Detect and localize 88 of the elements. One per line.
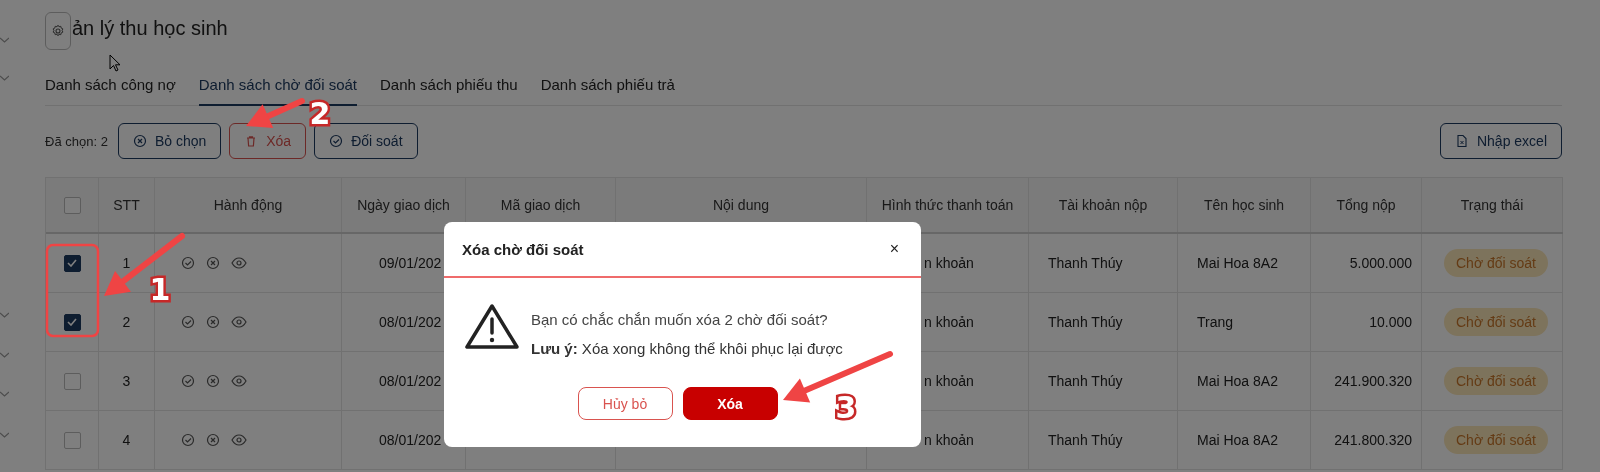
file-icon xyxy=(1454,134,1469,148)
chevron-icon[interactable] xyxy=(0,312,9,318)
cursor-icon xyxy=(109,54,121,72)
column-header: Tên học sinh xyxy=(1203,197,1285,213)
table-cell: n khoản xyxy=(924,314,974,330)
tab[interactable]: Danh sách phiếu trả xyxy=(540,70,675,106)
column-header: STT xyxy=(113,197,140,213)
table-cell: n khoản xyxy=(924,432,974,448)
table-cell: Mai Hoa 8A2 xyxy=(1197,373,1278,389)
annotation-number: 3 xyxy=(835,390,857,425)
table-cell: 10.000 xyxy=(1369,314,1412,330)
chevron-icon[interactable] xyxy=(0,391,9,397)
deselect-icon xyxy=(132,134,147,148)
column-header: Ngày giao dịch xyxy=(357,197,450,213)
status-badge: Chờ đối soát xyxy=(1444,426,1548,454)
settings-button[interactable] xyxy=(45,12,71,50)
dialog-title: Xóa chờ đối soát xyxy=(462,240,584,258)
checkbox[interactable] xyxy=(63,196,81,214)
chevron-icon[interactable] xyxy=(0,432,9,438)
table-cell: 241.800.320 xyxy=(1334,432,1412,448)
column-header: Mã giao dịch xyxy=(500,197,581,213)
cancel-button[interactable]: Hủy bỏ xyxy=(577,387,673,420)
eye-icon[interactable] xyxy=(231,433,247,447)
eye-icon[interactable] xyxy=(231,374,247,388)
confirm-button[interactable]: Xóa xyxy=(682,387,778,420)
status-badge: Chờ đối soát xyxy=(1444,308,1548,336)
delete-button[interactable]: Xóa xyxy=(229,123,307,159)
chevron-icon[interactable] xyxy=(0,37,9,43)
column-header: Nội dung xyxy=(712,197,769,213)
table-cell: 08/01/202 xyxy=(379,373,442,389)
status-badge: Chờ đối soát xyxy=(1444,367,1548,395)
column-header: Trạng thái xyxy=(1460,197,1524,213)
table-cell: 08/01/202 xyxy=(379,432,442,448)
eye-icon[interactable] xyxy=(231,256,247,270)
table-cell: Thanh Thúy xyxy=(1048,314,1123,330)
check-circle-icon[interactable] xyxy=(181,433,195,447)
tab[interactable]: Danh sách phiếu thu xyxy=(380,70,518,106)
table-cell: Mai Hoa 8A2 xyxy=(1197,255,1278,271)
check-circle-icon xyxy=(329,134,344,148)
status-badge: Chờ đối soát xyxy=(1444,249,1548,277)
tab[interactable]: Danh sách công nợ xyxy=(45,70,176,106)
checkbox[interactable] xyxy=(63,313,81,331)
check-circle-icon[interactable] xyxy=(181,256,195,270)
annotation-arrow xyxy=(246,98,305,129)
checkmark-icon xyxy=(67,259,77,267)
column-header: Tổng nộp xyxy=(1336,197,1396,213)
cancel-icon[interactable] xyxy=(206,433,220,447)
table-cell: 1 xyxy=(122,255,131,271)
column-header: Tài khoản nộp xyxy=(1058,197,1148,213)
table-cell: n khoản xyxy=(924,373,974,389)
dialog-message: Bạn có chắc chắn muốn xóa 2 chờ đối soát? xyxy=(531,311,829,328)
table-cell: n khoản xyxy=(924,255,974,271)
annotation-number: 1 xyxy=(149,272,171,307)
checkbox[interactable] xyxy=(63,431,81,449)
warning-icon xyxy=(465,303,519,349)
table-cell: 241.900.320 xyxy=(1334,373,1412,389)
table-cell: Thanh Thúy xyxy=(1048,373,1123,389)
settings-icon xyxy=(51,24,65,38)
table-cell: 09/01/202 xyxy=(379,255,442,271)
column-header: Hành động xyxy=(213,197,283,213)
eye-icon[interactable] xyxy=(231,315,247,329)
table-cell: 2 xyxy=(122,314,131,330)
table-cell: Trang xyxy=(1197,314,1234,330)
chevron-icon[interactable] xyxy=(0,75,9,81)
close-button[interactable]: × xyxy=(889,240,899,258)
page-title: ản lý thu học sinh xyxy=(72,16,228,40)
table-cell: Thanh Thúy xyxy=(1048,255,1123,271)
table-cell: Thanh Thúy xyxy=(1048,432,1123,448)
table-cell: 5.000.000 xyxy=(1349,255,1412,271)
cancel-icon[interactable] xyxy=(206,374,220,388)
deselect-button[interactable]: Bỏ chọn xyxy=(117,123,222,159)
checkmark-icon xyxy=(67,318,77,326)
table-cell: 4 xyxy=(122,432,131,448)
check-circle-icon[interactable] xyxy=(181,315,195,329)
cancel-icon[interactable] xyxy=(206,256,220,270)
checkbox[interactable] xyxy=(63,372,81,390)
selection-count: Đã chọn: 2 xyxy=(45,133,108,149)
check-circle-icon[interactable] xyxy=(181,374,195,388)
dialog-note: Lưu ý: Xóa xong không thể khôi phục lại được xyxy=(531,340,843,357)
import-excel-button[interactable]: Nhập excel xyxy=(1439,123,1562,159)
table-cell: Mai Hoa 8A2 xyxy=(1197,432,1278,448)
cancel-icon[interactable] xyxy=(206,315,220,329)
chevron-icon[interactable] xyxy=(0,352,9,358)
table-cell: 3 xyxy=(122,373,131,389)
checkbox[interactable] xyxy=(63,254,81,272)
table-cell: 08/01/202 xyxy=(379,314,442,330)
reconcile-button[interactable]: Đối soát xyxy=(314,123,418,159)
column-header: Hình thức thanh toán xyxy=(881,197,1014,213)
